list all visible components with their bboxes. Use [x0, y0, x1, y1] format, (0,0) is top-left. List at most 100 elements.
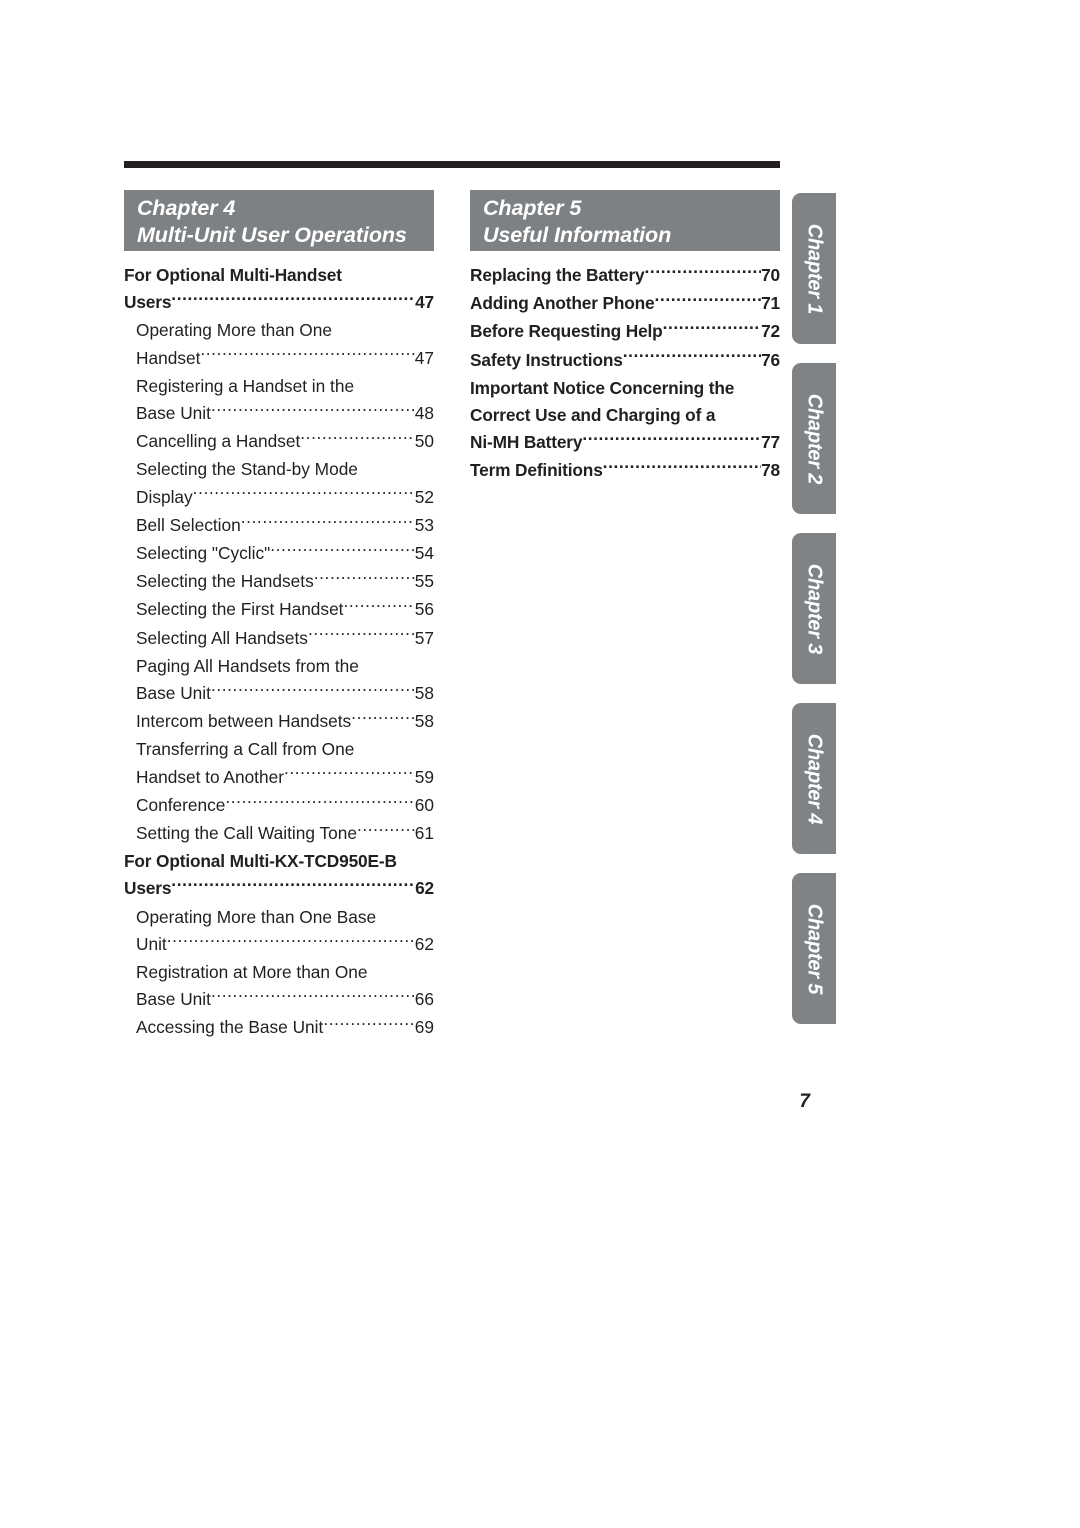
toc-entry-line: Registering a Handset in the48 — [124, 373, 434, 400]
toc-entry-text: Bell Selection — [136, 514, 241, 535]
dot-leader — [603, 459, 761, 476]
toc-entry-text: Transferring a Call from One — [136, 739, 355, 760]
dot-leader — [357, 822, 415, 839]
toc-entry-line: Base Unit 58 — [124, 680, 434, 707]
toc-entry-page-number: 66 — [414, 989, 434, 1010]
dot-leader — [623, 348, 761, 365]
toc-entry-page-number: 72 — [761, 321, 780, 342]
toc-entry-text: Users — [124, 292, 172, 313]
toc-entry-text: Important Notice Concerning the — [470, 377, 735, 398]
dot-leader — [167, 933, 415, 950]
chapter-tab-4[interactable]: Chapter 4 — [792, 703, 836, 854]
toc-entry-text: Ni-MH Battery — [470, 432, 583, 453]
toc-entry[interactable]: Registration at More than One66Base Unit… — [124, 959, 434, 1013]
toc-entry-text: Selecting the First Handset — [136, 599, 344, 620]
toc-entry[interactable]: Selecting the Handsets 55 — [124, 568, 434, 595]
chapter-tab-1[interactable]: Chapter 1 — [792, 193, 836, 344]
toc-entry[interactable]: Before Requesting Help 72 — [470, 318, 780, 345]
toc-entry-page-number: 58 — [414, 711, 434, 732]
toc-entry-line: Paging All Handsets from the58 — [124, 653, 434, 680]
toc-entry-line: Ni-MH Battery 77 — [470, 429, 780, 456]
chapter-label: Chapter 4 — [137, 196, 236, 220]
toc-entry-text: Replacing the Battery — [470, 265, 645, 285]
toc-entry-text: Users — [124, 878, 172, 899]
dot-leader — [270, 542, 415, 559]
toc-entry[interactable]: Selecting the First Handset 56 — [124, 596, 434, 623]
page-number: 7 — [799, 1091, 810, 1112]
dot-leader — [284, 765, 415, 782]
dot-leader — [655, 292, 762, 309]
dot-leader — [323, 1016, 414, 1033]
toc-entry[interactable]: Accessing the Base Unit 69 — [124, 1014, 434, 1041]
toc-entry[interactable]: Bell Selection 53 — [124, 512, 434, 539]
toc-entry[interactable]: Adding Another Phone 71 — [470, 290, 780, 317]
toc-entry[interactable]: Cancelling a Handset 50 — [124, 428, 434, 455]
toc-entry[interactable]: For Optional Multi-Handset47 Users 47 — [124, 262, 434, 316]
toc-entry[interactable]: Intercom between Handsets 58 — [124, 708, 434, 735]
dot-leader — [225, 794, 414, 811]
chapter-tab-label: Chapter 3 — [803, 563, 826, 654]
toc-entry-line: Users 47 — [124, 289, 434, 316]
dot-leader — [241, 514, 415, 531]
toc-entry-page-number: 56 — [414, 599, 434, 620]
toc-entry-page-number: 77 — [761, 432, 780, 453]
toc-entry[interactable]: Registering a Handset in the48 Base Unit 4… — [124, 373, 434, 427]
toc-entry-text: Cancelling a Handset — [136, 431, 301, 452]
toc-entry-line: For Optional Multi-Handset47 — [124, 262, 434, 289]
toc-entry-text: Conference — [136, 794, 226, 815]
chapter-header-box: Chapter 5 Useful Information — [470, 190, 780, 251]
toc-entry[interactable]: Operating More than One Base62Unit 62 — [124, 904, 434, 958]
toc-entry-page-number: 71 — [761, 293, 780, 314]
toc-entry-line: For Optional Multi-KX-TCD950E-B62 — [124, 848, 434, 875]
toc-entry[interactable]: Safety Instructions 76 — [470, 347, 780, 374]
toc-entry[interactable]: Transferring a Call from One59Handset to… — [124, 736, 434, 790]
toc-entry-page-number: 55 — [414, 571, 434, 592]
toc-entry-line: Transferring a Call from One59 — [124, 736, 434, 763]
toc-entry-line: Bell Selection 53 — [124, 512, 434, 539]
toc-entry-text: Base Unit — [136, 989, 211, 1010]
toc-entry-page-number: 60 — [414, 794, 434, 815]
chapter-title: Multi-Unit User Operations — [137, 223, 407, 247]
toc-entry-line: Correct Use and Charging of a77 — [470, 402, 780, 429]
toc-entry[interactable]: Selecting "Cyclic" 54 — [124, 540, 434, 567]
toc-entry[interactable]: Setting the Call Waiting Tone 61 — [124, 820, 434, 847]
toc-entry-text: Before Requesting Help — [470, 321, 663, 342]
toc-entry-line: Selecting the First Handset 56 — [124, 596, 434, 623]
dot-leader — [193, 485, 415, 502]
toc-entry[interactable]: For Optional Multi-KX-TCD950E-B62 Users 62 — [124, 848, 434, 902]
dot-leader — [200, 346, 414, 363]
toc-entry[interactable]: Paging All Handsets from the58 Base Unit 5… — [124, 653, 434, 707]
toc-entry-text: Unit — [136, 933, 167, 954]
toc-entry-text: Display — [136, 486, 193, 507]
toc-entry[interactable]: Selecting the Stand-by Mode52 Display 52 — [124, 456, 434, 510]
chapter-tab-5[interactable]: Chapter 5 — [792, 873, 836, 1024]
dot-leader — [343, 598, 414, 615]
toc-entry-line: Selecting the Stand-by Mode52 — [124, 456, 434, 483]
toc-entry-line: Before Requesting Help 72 — [470, 318, 780, 345]
toc-entry-line: Selecting the Handsets 55 — [124, 568, 434, 595]
toc-column: Chapter 5 Useful Information Replacing the… — [470, 190, 780, 1043]
chapter-tab-label: Chapter 4 — [803, 733, 826, 824]
toc-entry[interactable]: Conference 60 — [124, 792, 434, 819]
toc-entry-page-number: 48 — [414, 403, 434, 424]
toc-entry[interactable]: Selecting All Handsets 57 — [124, 625, 434, 652]
toc-entry[interactable]: Operating More than One47Handset 47 — [124, 317, 434, 371]
chapter-header-box: Chapter 4 Multi-Unit User Operations — [124, 190, 434, 251]
toc-entry[interactable]: Term Definitions 78 — [470, 457, 780, 484]
dot-leader — [211, 682, 415, 699]
dot-leader — [171, 291, 415, 308]
chapter-tab-2[interactable]: Chapter 2 — [792, 363, 836, 514]
toc-entry-page-number: 58 — [414, 683, 434, 704]
toc-entry[interactable]: Replacing the Battery 70 — [470, 262, 780, 289]
toc-entry-page-number: 54 — [414, 543, 434, 564]
toc-entry-line: Intercom between Handsets 58 — [124, 708, 434, 735]
chapter-tab-3[interactable]: Chapter 3 — [792, 533, 836, 684]
chapter-label: Chapter 5 — [483, 196, 582, 220]
dot-leader — [351, 710, 415, 727]
chapter-tab-strip: Chapter 1 Chapter 2 Chapter 3 Chapter 4 Chap… — [792, 193, 836, 1043]
toc-entry[interactable]: Important Notice Concerning the 77 Correct… — [470, 375, 780, 457]
dot-leader — [645, 264, 762, 281]
toc-entry-text: Safety Instructions — [470, 349, 623, 370]
toc-entry-text: Intercom between Handsets — [136, 711, 352, 732]
dot-leader — [211, 402, 415, 419]
